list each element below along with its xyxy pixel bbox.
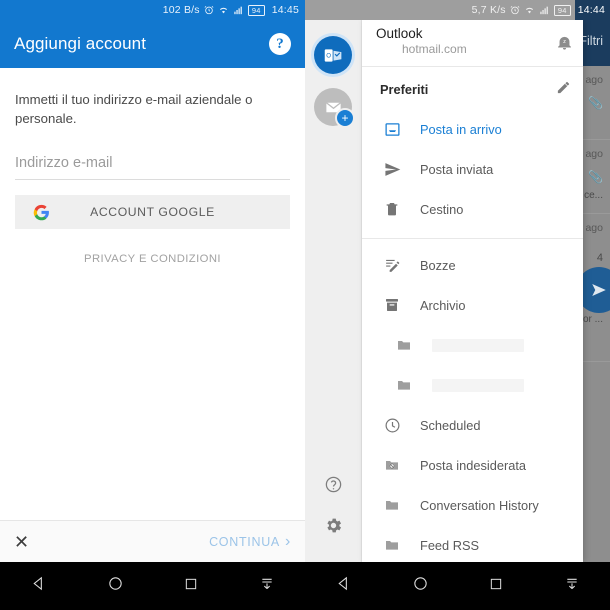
folder-icon (384, 497, 420, 513)
drawer-item-conversation-history[interactable]: Conversation History (362, 485, 583, 525)
drawer-item-label: Posta inviata (420, 161, 494, 177)
clock-right-wrap: 14:44 (574, 0, 610, 20)
trash-icon (384, 201, 420, 217)
add-account-avatar[interactable]: + (314, 88, 355, 128)
folder-icon (384, 337, 432, 353)
favorites-title: Preferiti (380, 81, 429, 97)
gear-icon[interactable] (324, 516, 343, 540)
clock-left: 14:45 (271, 4, 299, 16)
drawer-item-trash[interactable]: Cestino (362, 189, 583, 229)
continue-label: CONTINUA (209, 534, 280, 549)
folder-icon (384, 537, 420, 553)
dual-phone-screenshot: 102 B/s 94 14:45 Aggiungi account ? Imme… (0, 0, 610, 610)
help-icon[interactable]: ? (269, 33, 291, 55)
bell-snooze-icon[interactable]: z (556, 34, 573, 56)
drawer-item-label: Archivio (420, 297, 466, 313)
drafts-pencil-icon (384, 257, 420, 274)
account-name: Outlook (376, 26, 423, 41)
network-speed-right: 5,7 K/s (471, 4, 506, 16)
drawer-item-label: Cestino (420, 201, 464, 217)
drawer-item-label: Feed RSS (420, 537, 480, 553)
junk-folder-icon (384, 457, 420, 473)
account-rail: O + (305, 20, 362, 562)
email-input[interactable] (15, 155, 290, 181)
alarm-icon (204, 5, 214, 15)
android-nav-bar-left (0, 562, 305, 610)
signal-icon (233, 5, 244, 15)
pencil-icon[interactable] (556, 80, 571, 98)
close-icon[interactable]: ✕ (14, 533, 29, 551)
divider (362, 238, 583, 239)
continue-button[interactable]: CONTINUA › (209, 533, 291, 551)
drawer-item-sent[interactable]: Posta inviata (362, 149, 583, 189)
status-bar-left: 102 B/s 94 14:45 (0, 0, 305, 20)
bottom-action-bar: ✕ CONTINUA › (0, 520, 305, 562)
home-circle-icon[interactable] (412, 575, 429, 597)
clock-icon (384, 417, 420, 434)
drawer-item-label: Bozze (420, 257, 456, 273)
favorites-section-header: Preferiti (362, 67, 583, 109)
home-circle-icon[interactable] (107, 575, 124, 597)
network-speed-left: 102 B/s (162, 4, 200, 16)
outlook-body: Filtri ago 📎 ago 📎 ce... ago 4 ago (305, 20, 610, 562)
clock-right: 14:44 (577, 4, 605, 16)
download-arrow-icon[interactable] (259, 576, 275, 597)
intro-text: Immetti il tuo indirizzo e-mail aziendal… (15, 92, 253, 127)
app-bar-add-account: Aggiungi account ? (0, 20, 305, 68)
chevron-right-icon: › (284, 532, 291, 550)
back-triangle-icon[interactable] (30, 575, 47, 597)
page-title: Aggiungi account (14, 34, 147, 53)
wifi-icon (218, 5, 229, 15)
recents-square-icon[interactable] (488, 576, 504, 597)
outlook-account-avatar[interactable]: O (314, 36, 352, 74)
drawer-item-label: Conversation History (420, 497, 539, 513)
signal-icon (539, 5, 550, 15)
back-triangle-icon[interactable] (335, 575, 352, 597)
drawer-item-archive[interactable]: Archivio (362, 285, 583, 325)
battery-level-right: 94 (553, 4, 571, 16)
battery-level-left: 94 (247, 4, 265, 16)
drawer-item-rss-feeds[interactable]: Feed RSS (362, 525, 583, 562)
help-circle-icon[interactable] (324, 475, 343, 499)
navigation-drawer: Outlook hotmail.com z Preferiti Posta in… (362, 20, 583, 562)
drawer-item-scheduled[interactable]: Scheduled (362, 405, 583, 445)
drawer-item-label (432, 378, 524, 392)
status-bar-right: 5,7 K/s 94 14:44 (305, 0, 610, 20)
drawer-item-folder-unlabeled-2[interactable] (362, 365, 583, 405)
svg-text:z: z (563, 39, 566, 45)
wifi-icon (524, 5, 535, 15)
drawer-item-drafts[interactable]: Bozze (362, 245, 583, 285)
privacy-terms-link[interactable]: PRIVACY E CONDIZIONI (0, 253, 305, 265)
drawer-item-label (432, 338, 524, 352)
svg-text:O: O (326, 52, 331, 59)
drawer-item-label: Scheduled (420, 417, 481, 433)
inbox-icon (384, 121, 420, 138)
sent-paperplane-icon (384, 161, 420, 178)
drawer-item-label: Posta indesiderata (420, 457, 526, 473)
left-phone-add-account: 102 B/s 94 14:45 Aggiungi account ? Imme… (0, 0, 305, 610)
add-account-plus-badge: + (335, 108, 355, 128)
right-phone-outlook: 5,7 K/s 94 14:44 Filtri ago 📎 ago 📎 ce..… (305, 0, 610, 610)
alarm-icon (510, 5, 520, 15)
drawer-item-label: Posta in arrivo (420, 121, 502, 137)
android-nav-bar-right (305, 562, 610, 610)
download-arrow-icon[interactable] (564, 576, 580, 597)
drawer-item-inbox[interactable]: Posta in arrivo (362, 109, 583, 149)
archive-icon (384, 297, 420, 313)
drawer-account-header[interactable]: Outlook hotmail.com z (362, 20, 583, 66)
email-field-wrapper (0, 128, 305, 181)
drawer-item-folder-unlabeled-1[interactable] (362, 325, 583, 365)
folder-icon (384, 377, 432, 393)
google-account-label: ACCOUNT GOOGLE (90, 205, 215, 220)
google-account-button[interactable]: ACCOUNT GOOGLE (15, 195, 290, 230)
drawer-item-junk[interactable]: Posta indesiderata (362, 445, 583, 485)
recents-square-icon[interactable] (183, 576, 199, 597)
account-email: hotmail.com (402, 42, 467, 56)
rail-bottom-actions (324, 475, 343, 540)
google-g-icon (33, 204, 50, 221)
